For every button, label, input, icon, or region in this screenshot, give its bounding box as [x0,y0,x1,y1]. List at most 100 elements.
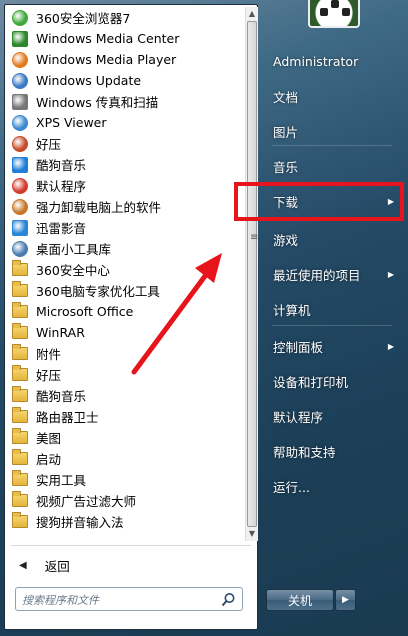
program-label: Windows 传真和扫描 [36,95,159,110]
program-label: 路由器卫士 [36,410,99,425]
right-pane-label: 默认程序 [273,409,324,425]
program-item[interactable]: Windows Update [8,70,244,91]
program-label: 强力卸载电脑上的软件 [36,200,162,215]
program-label: Windows Media Center [36,31,180,46]
right-pane-label: 计算机 [273,302,311,318]
program-label: 启动 [36,452,62,467]
program-label: 桌面小工具库 [36,242,112,257]
program-label: 视频广告过滤大师 [36,494,137,509]
windows-update-icon [12,72,28,89]
folder-icon [12,260,28,276]
user-avatar[interactable] [308,0,360,28]
folder-icon [12,491,28,507]
program-item[interactable]: 360电脑专家优化工具 [8,280,244,301]
media-player-icon [12,51,28,68]
scroll-up-icon[interactable]: ▲ [247,9,257,19]
submenu-arrow-icon: ▶ [387,269,394,279]
program-label: 酷狗音乐 [36,389,87,404]
program-item[interactable]: 实用工具 [8,469,244,490]
program-label: 美图 [36,431,62,446]
right-pane-item[interactable]: 音乐 [262,151,408,181]
search-input[interactable] [20,590,214,610]
right-pane-label: 设备和打印机 [273,374,349,390]
folder-icon [12,281,28,297]
right-pane-item[interactable]: 设备和打印机 [262,366,408,396]
folder-icon [12,449,28,465]
program-item[interactable]: 360安全浏览器7 [8,7,244,28]
scroll-thumb[interactable]: ≡ [247,21,259,527]
right-pane-item[interactable]: 图片 [262,116,408,146]
program-item[interactable]: 美图 [8,427,244,448]
xps-viewer-icon [12,114,28,131]
right-pane-item[interactable]: 默认程序 [262,401,408,431]
gadgets-icon [12,240,28,257]
program-label: Microsoft Office [36,304,134,319]
uninstall-icon [12,198,28,215]
program-item[interactable]: 默认程序 [8,175,244,196]
back-label: 返回 [44,558,70,574]
scroll-down-icon[interactable]: ▼ [247,529,257,539]
programs-panel: 360安全浏览器7 Windows Media Center Windows Med… [4,4,258,630]
program-label: 好压 [36,368,62,383]
program-label: 360电脑专家优化工具 [36,284,160,299]
grip-icon: ≡ [250,232,259,243]
program-label: XPS Viewer [36,115,107,130]
xunlei-player-icon [12,219,28,236]
program-item[interactable]: Microsoft Office [8,301,244,322]
right-pane-item[interactable]: 计算机 [262,294,408,324]
program-label: 实用工具 [36,473,87,488]
program-item[interactable]: XPS Viewer [8,112,244,133]
program-item[interactable]: 路由器卫士 [8,406,244,427]
right-pane-item[interactable]: 控制面板 ▶ [262,331,408,361]
program-item[interactable]: 强力卸载电脑上的软件 [8,196,244,217]
program-item[interactable]: Windows Media Player [8,49,244,70]
right-pane-item[interactable]: 最近使用的项目 ▶ [262,259,408,289]
right-pane-item[interactable]: 帮助和支持 [262,436,408,466]
haozip-icon [12,135,28,152]
fax-scan-icon [12,93,28,110]
program-label: 默认程序 [36,179,87,194]
program-item[interactable]: 迅雷影音 [8,217,244,238]
back-button[interactable]: ◀ 返回 [13,553,243,577]
search-icon[interactable] [220,592,236,608]
shutdown-options-button[interactable]: ▶ [335,589,356,611]
right-pane-label: 运行... [273,479,310,495]
program-item[interactable]: 桌面小工具库 [8,238,244,259]
search-box[interactable] [15,587,243,611]
program-label: 360安全中心 [36,263,110,278]
right-pane-item[interactable]: Administrator [262,46,408,76]
right-pane-label: 控制面板 [273,339,324,355]
highlight-box-downloads [234,182,404,221]
folder-icon [12,407,28,423]
right-pane-label: Administrator [273,53,359,69]
right-pane-separator [272,145,392,146]
program-label: Windows Update [36,73,142,88]
program-item[interactable]: WinRAR [8,322,244,343]
program-item[interactable]: 好压 [8,133,244,154]
folder-icon [12,428,28,444]
program-label: WinRAR [36,325,85,340]
program-label: Windows Media Player [36,52,177,67]
shutdown-button[interactable]: 关机 [266,589,334,611]
program-label: 迅雷影音 [36,221,87,236]
program-item[interactable]: 视频广告过滤大师 [8,490,244,511]
program-item[interactable]: 360安全中心 [8,259,244,280]
program-item[interactable]: 搜狗拼音输入法 [8,511,244,532]
program-item[interactable]: 好压 [8,364,244,385]
program-item[interactable]: Windows 传真和扫描 [8,91,244,112]
folder-icon [12,365,28,381]
program-item[interactable]: 启动 [8,448,244,469]
program-label: 酷狗音乐 [36,158,87,173]
right-pane-item[interactable]: 游戏 [262,224,408,254]
right-pane-label: 文档 [273,89,299,105]
default-programs-icon [12,177,28,194]
programs-scrollbar[interactable]: ▲ ≡ ▼ [245,7,258,541]
program-item[interactable]: Windows Media Center [8,28,244,49]
program-label: 附件 [36,347,62,362]
program-item[interactable]: 酷狗音乐 [8,385,244,406]
right-pane-item[interactable]: 运行... [262,471,408,501]
program-label: 好压 [36,137,62,152]
program-item[interactable]: 酷狗音乐 [8,154,244,175]
right-pane-item[interactable]: 文档 [262,81,408,111]
program-item[interactable]: 附件 [8,343,244,364]
